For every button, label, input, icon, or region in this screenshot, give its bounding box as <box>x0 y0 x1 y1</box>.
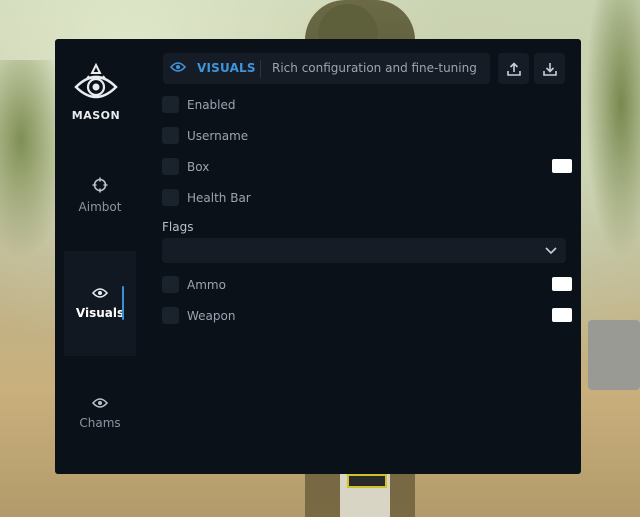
sidebar-item-aimbot[interactable]: Aimbot <box>64 177 136 217</box>
sidebar-item-label: Chams <box>79 416 121 430</box>
brand-logo: MASON <box>55 63 137 122</box>
background-crate-mark <box>347 474 387 488</box>
weapon-checkbox[interactable] <box>162 307 179 324</box>
ammo-checkbox[interactable] <box>162 276 179 293</box>
section-title: VISUALS <box>197 61 256 75</box>
weapon-color-picker[interactable] <box>552 308 572 322</box>
option-label: Enabled <box>187 98 236 112</box>
ammo-color-picker[interactable] <box>552 277 572 291</box>
import-button[interactable] <box>534 53 565 84</box>
option-weapon: Weapon <box>162 305 572 327</box>
sidebar-item-chams[interactable]: Chams <box>64 397 136 437</box>
header-divider <box>260 60 261 78</box>
sidebar-item-visuals[interactable]: Visuals <box>64 251 136 356</box>
box-color-picker[interactable] <box>552 159 572 173</box>
eye-icon <box>170 62 186 72</box>
enabled-checkbox[interactable] <box>162 96 179 113</box>
chevron-down-icon <box>545 247 557 255</box>
cheat-menu-window: MASON Aimbot Visuals Chams VISUALS Rich … <box>55 39 581 474</box>
download-icon <box>542 62 557 76</box>
eye-icon <box>91 398 109 408</box>
eye-icon <box>91 288 109 298</box>
background-barrel <box>588 320 640 390</box>
option-ammo: Ammo <box>162 274 572 296</box>
background-tree <box>585 0 640 260</box>
brand-name: MASON <box>71 109 121 122</box>
export-button[interactable] <box>498 53 529 84</box>
sidebar-item-label: Aimbot <box>78 200 122 214</box>
option-health-bar: Health Bar <box>162 187 572 209</box>
option-box: Box <box>162 156 572 178</box>
section-subtitle: Rich configuration and fine-tuning <box>272 61 477 75</box>
option-label: Health Bar <box>187 191 251 205</box>
username-checkbox[interactable] <box>162 127 179 144</box>
flags-label: Flags <box>162 220 194 234</box>
active-tab-indicator <box>122 286 124 320</box>
option-username: Username <box>162 125 572 147</box>
crosshair-icon <box>92 177 108 193</box>
option-enabled: Enabled <box>162 94 572 116</box>
sidebar-item-label: Visuals <box>75 306 125 320</box>
eye-triangle-icon <box>74 63 118 99</box>
flags-dropdown[interactable] <box>162 238 566 263</box>
option-label: Box <box>187 160 210 174</box>
option-label: Ammo <box>187 278 226 292</box>
health-bar-checkbox[interactable] <box>162 189 179 206</box>
sidebar: MASON Aimbot Visuals Chams <box>55 39 137 474</box>
upload-icon <box>506 61 521 76</box>
option-label: Username <box>187 129 249 143</box>
option-label: Weapon <box>187 309 236 323</box>
box-checkbox[interactable] <box>162 158 179 175</box>
section-header: VISUALS Rich configuration and fine-tuni… <box>163 53 490 84</box>
